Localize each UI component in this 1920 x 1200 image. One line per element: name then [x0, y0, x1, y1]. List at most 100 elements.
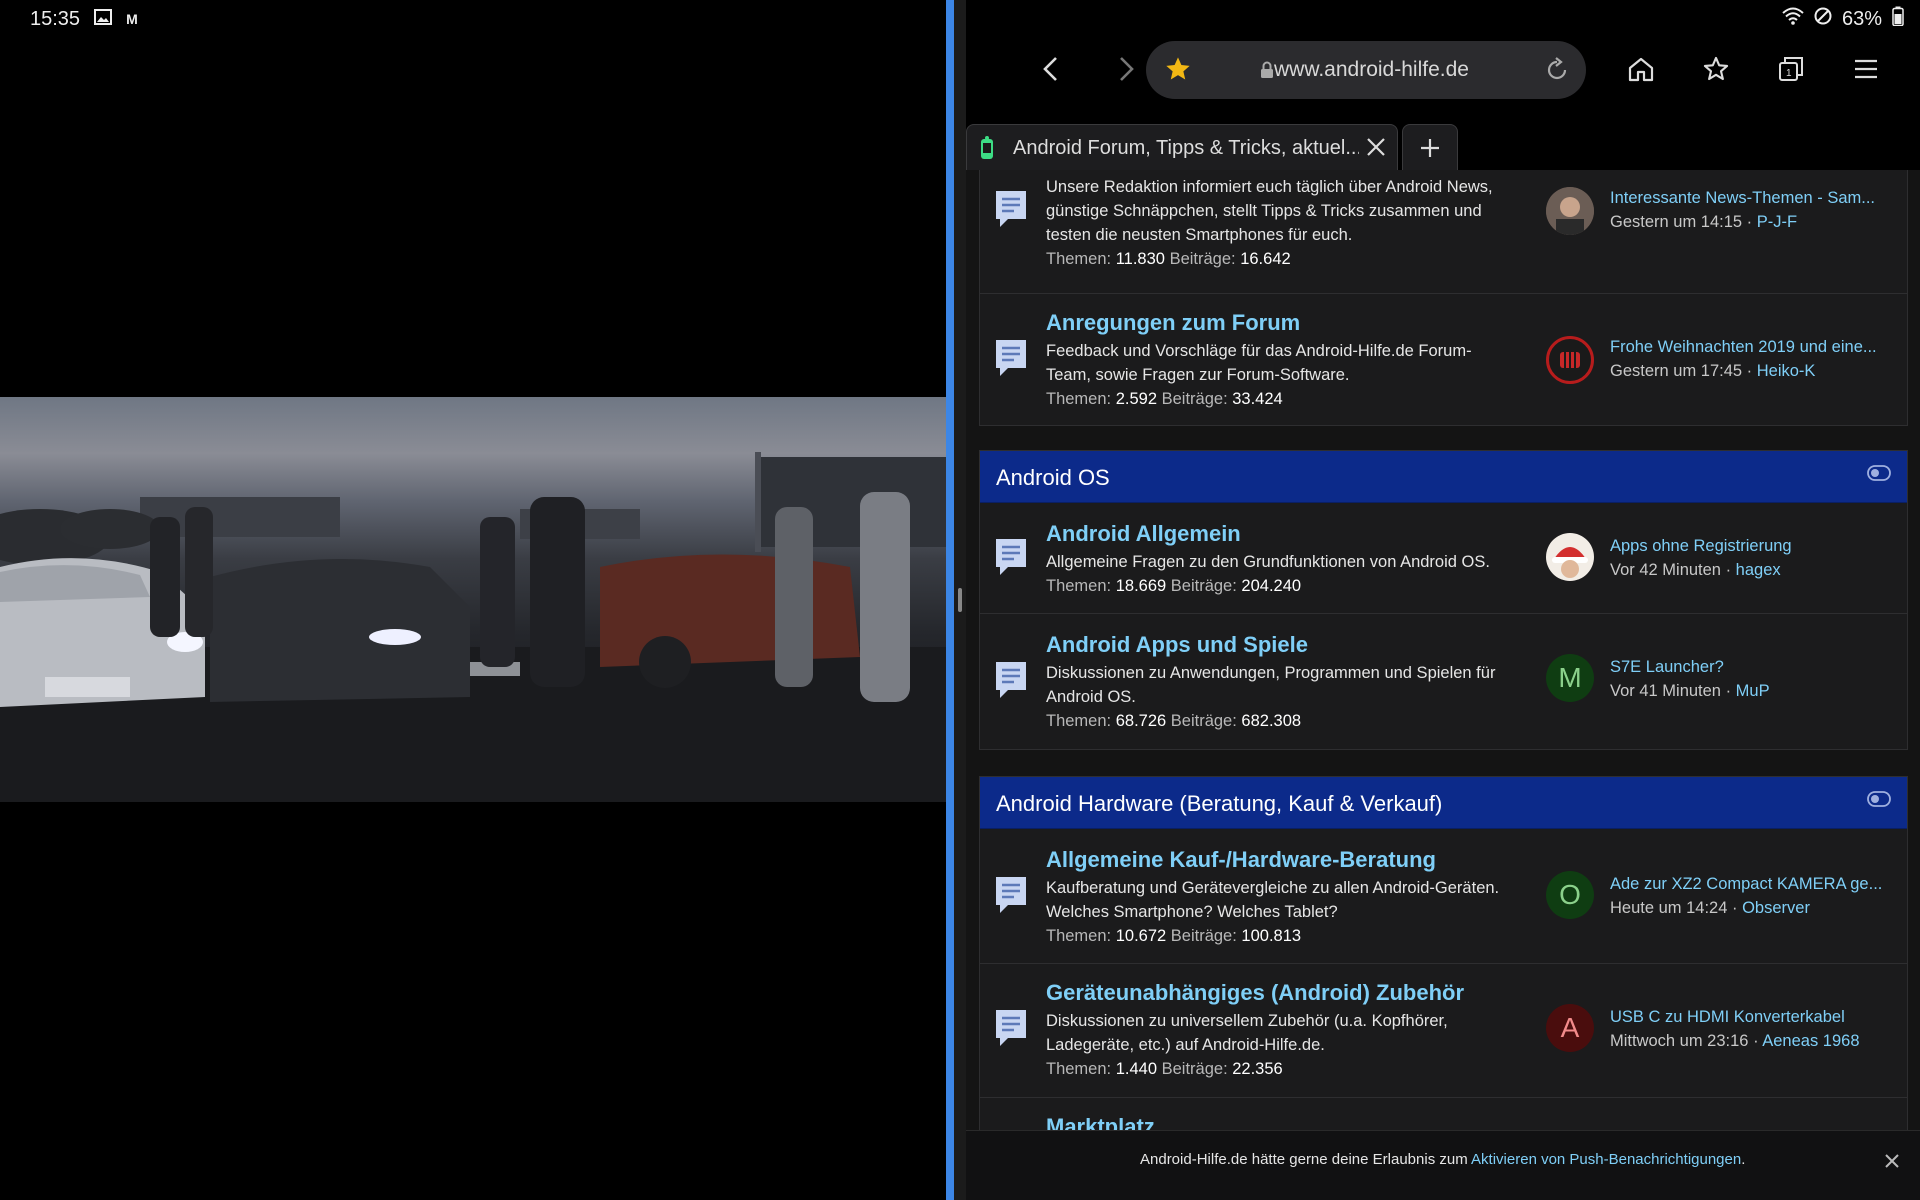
- forum-node-icon: [996, 539, 1026, 575]
- tab-title: Android Forum, Tipps & Tricks, aktuel...: [1013, 137, 1359, 159]
- forum-node[interactable]: Android Allgemein Allgemeine Fragen zu d…: [980, 503, 1907, 613]
- forum-node[interactable]: Allgemeine Kauf-/Hardware-Beratung Kaufb…: [980, 829, 1907, 963]
- browser-pane: 63% www.android-hilfe.de 1 Android Forum…: [966, 0, 1920, 1200]
- bookmarks-button[interactable]: [1683, 36, 1749, 102]
- user-avatar[interactable]: [1546, 533, 1594, 581]
- svg-text:1: 1: [1786, 68, 1792, 79]
- last-post-user[interactable]: Heiko-K: [1757, 362, 1816, 380]
- forum-node[interactable]: Geräteunabhängiges (Android) Zubehör Dis…: [980, 963, 1907, 1097]
- tab-android-forum[interactable]: Android Forum, Tipps & Tricks, aktuel...: [966, 124, 1398, 170]
- category-title[interactable]: Android OS: [996, 465, 1110, 491]
- forum-node-description: Diskussionen zu universellem Zubehör (u.…: [1046, 1012, 1448, 1054]
- forum-node-stats: Themen: 11.830 Beiträge: 16.642: [1046, 250, 1291, 268]
- forum-node-icon: [996, 191, 1026, 227]
- screen: 15:35 M 63% www.android-hilfe.de 1 Andro…: [0, 0, 1920, 1200]
- category-header[interactable]: Android OS: [980, 451, 1907, 503]
- forum-node-stats: Themen: 1.440 Beiträge: 22.356: [1046, 1060, 1283, 1078]
- last-post-meta: Gestern um 17:45 · Heiko-K: [1610, 362, 1816, 380]
- status-bar-left: 15:35 M: [30, 6, 138, 32]
- close-icon: [1885, 1154, 1899, 1168]
- bookmark-star-icon[interactable]: [1164, 55, 1192, 88]
- forum-node-stats: Themen: 10.672 Beiträge: 100.813: [1046, 927, 1302, 945]
- push-permission-text: Android-Hilfe.de hätte gerne deine Erlau…: [1140, 1151, 1746, 1168]
- forum-node-description: Allgemeine Fragen zu den Grundfunktionen…: [1046, 553, 1490, 571]
- enable-push-link[interactable]: Aktivieren von Push-Benachrichtigungen: [1471, 1151, 1741, 1168]
- user-avatar[interactable]: A: [1546, 1004, 1594, 1052]
- status-bar-right: 63%: [1782, 6, 1904, 32]
- forum-node-description: Unsere Redaktion informiert euch täglich…: [1046, 178, 1493, 244]
- video-player[interactable]: [0, 397, 946, 802]
- forum-node-icon: [996, 1010, 1026, 1046]
- forum-node-last-post: Apps ohne Registrierung Vor 42 Minuten ·…: [1546, 533, 1898, 589]
- forum-node[interactable]: Marktplatz: [980, 1097, 1907, 1130]
- forum-node-icon: [996, 877, 1026, 913]
- close-tab-icon[interactable]: [1365, 136, 1387, 163]
- url-text[interactable]: www.android-hilfe.de: [1274, 58, 1469, 82]
- last-post-meta: Mittwoch um 23:16 · Aeneas 1968: [1610, 1032, 1860, 1050]
- site-favicon-icon: [979, 135, 995, 166]
- collapse-toggle-icon[interactable]: [1867, 465, 1891, 486]
- back-button[interactable]: [1018, 36, 1084, 102]
- video-frame: [0, 452, 946, 802]
- category-title[interactable]: Android Hardware (Beratung, Kauf & Verka…: [996, 791, 1442, 817]
- forum-block-general: Unsere Redaktion informiert euch täglich…: [979, 170, 1908, 426]
- hamburger-menu-icon: [1855, 59, 1877, 79]
- forum-page: Unsere Redaktion informiert euch täglich…: [966, 170, 1920, 1130]
- forum-node-title[interactable]: Android Apps und Spiele: [1046, 632, 1516, 658]
- last-post-title[interactable]: Apps ohne Registrierung: [1610, 537, 1900, 556]
- last-post-user[interactable]: hagex: [1736, 561, 1781, 579]
- last-post-meta: Vor 41 Minuten · MuP: [1610, 682, 1770, 700]
- forum-node-last-post: Frohe Weihnachten 2019 und eine... Geste…: [1546, 334, 1898, 390]
- menu-button[interactable]: [1833, 36, 1899, 102]
- reload-icon[interactable]: [1544, 57, 1570, 88]
- tabs-button[interactable]: 1: [1758, 36, 1824, 102]
- forum-node-last-post: O Ade zur XZ2 Compact KAMERA ge... Heute…: [1546, 871, 1898, 927]
- forum-node[interactable]: Unsere Redaktion informiert euch täglich…: [980, 170, 1907, 293]
- new-tab-button[interactable]: [1402, 124, 1458, 170]
- battery-icon: [1892, 6, 1904, 32]
- collapse-toggle-icon[interactable]: [1867, 791, 1891, 812]
- forum-node[interactable]: Anregungen zum Forum Feedback und Vorsch…: [980, 293, 1907, 427]
- plus-icon: [1421, 138, 1439, 157]
- chevron-left-icon: [1043, 57, 1057, 81]
- last-post-title[interactable]: S7E Launcher?: [1610, 658, 1900, 677]
- split-view-handle[interactable]: [958, 588, 962, 612]
- home-icon: [1628, 57, 1654, 82]
- browser-toolbar: www.android-hilfe.de 1: [966, 36, 1920, 102]
- push-permission-banner: Android-Hilfe.de hätte gerne deine Erlau…: [966, 1130, 1920, 1200]
- battery-percent: 63%: [1841, 7, 1882, 30]
- bookmarks-star-icon: [1703, 56, 1729, 81]
- last-post-title[interactable]: Ade zur XZ2 Compact KAMERA ge...: [1610, 875, 1900, 894]
- forum-node-stats: Themen: 18.669 Beiträge: 204.240: [1046, 577, 1302, 595]
- user-avatar[interactable]: [1546, 187, 1594, 235]
- forum-node-stats: Themen: 68.726 Beiträge: 682.308: [1046, 712, 1302, 730]
- user-avatar[interactable]: O: [1546, 871, 1594, 919]
- forum-node[interactable]: Android Apps und Spiele Diskussionen zu …: [980, 613, 1907, 749]
- gallery-notification-icon: [94, 8, 113, 31]
- user-avatar[interactable]: M: [1546, 654, 1594, 702]
- last-post-user[interactable]: MuP: [1736, 682, 1770, 700]
- forum-node-title[interactable]: Android Allgemein: [1046, 521, 1516, 547]
- wifi-icon: [1782, 7, 1804, 31]
- forum-node-title[interactable]: Allgemeine Kauf-/Hardware-Beratung: [1046, 847, 1516, 873]
- forum-node-title[interactable]: Anregungen zum Forum: [1046, 310, 1516, 336]
- address-bar[interactable]: www.android-hilfe.de: [1146, 41, 1586, 99]
- last-post-title[interactable]: Frohe Weihnachten 2019 und eine...: [1610, 338, 1900, 357]
- forum-node-title[interactable]: Geräteunabhängiges (Android) Zubehör: [1046, 980, 1516, 1006]
- last-post-meta: Gestern um 14:15 · P-J-F: [1610, 213, 1798, 231]
- last-post-user[interactable]: P-J-F: [1757, 213, 1797, 231]
- status-time: 15:35: [30, 7, 81, 30]
- user-avatar[interactable]: [1546, 336, 1594, 384]
- last-post-user[interactable]: Aeneas 1968: [1762, 1032, 1859, 1050]
- last-post-title[interactable]: Interessante News-Themen - Sam...: [1610, 189, 1900, 208]
- last-post-title[interactable]: USB C zu HDMI Konverterkabel: [1610, 1008, 1900, 1027]
- forum-node-last-post: Interessante News-Themen - Sam... Gester…: [1546, 185, 1898, 241]
- forum-node-icon: [996, 662, 1026, 698]
- forum-node-title[interactable]: Marktplatz: [1046, 1114, 1516, 1130]
- close-banner-button[interactable]: [1878, 1147, 1906, 1175]
- last-post-user[interactable]: Observer: [1742, 899, 1810, 917]
- home-button[interactable]: [1608, 36, 1674, 102]
- category-header[interactable]: Android Hardware (Beratung, Kauf & Verka…: [980, 777, 1907, 829]
- forum-node-last-post: A USB C zu HDMI Konverterkabel Mittwoch …: [1546, 1004, 1898, 1060]
- forum-node-description: Feedback und Vorschläge für das Android-…: [1046, 342, 1472, 384]
